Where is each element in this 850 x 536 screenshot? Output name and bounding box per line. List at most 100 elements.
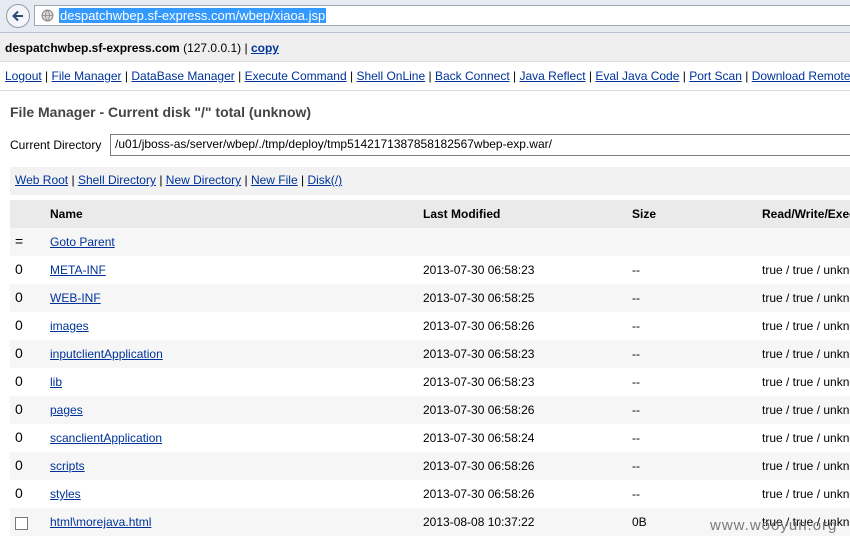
table-row: 0 images 2013-07-30 06:58:26 -- true / t… xyxy=(10,312,850,340)
file-select-checkbox[interactable] xyxy=(15,517,28,530)
row-size: -- xyxy=(632,459,640,473)
menu-file-manager[interactable]: File Manager xyxy=(52,69,122,83)
directory-link[interactable]: pages xyxy=(50,403,83,417)
directory-link[interactable]: scripts xyxy=(50,459,85,473)
row-modified: 2013-07-30 06:58:26 xyxy=(423,459,535,473)
file-table: Name Last Modified Size Read/Write/Execu… xyxy=(10,200,850,536)
url-text[interactable]: despatchwbep.sf-express.com/wbep/xiaoa.j… xyxy=(59,8,327,23)
browser-toolbar: despatchwbep.sf-express.com/wbep/xiaoa.j… xyxy=(0,0,850,33)
directory-link[interactable]: WEB-INF xyxy=(50,291,101,305)
row-modified: 2013-07-30 06:58:26 xyxy=(423,319,535,333)
row-modified: 2013-07-30 06:58:26 xyxy=(423,487,535,501)
menu-separator: | xyxy=(745,69,749,83)
menu-separator: | xyxy=(588,69,592,83)
link-new-directory[interactable]: New Directory xyxy=(166,173,241,187)
host-separator: | xyxy=(244,41,248,55)
table-row: 0 META-INF 2013-07-30 06:58:23 -- true /… xyxy=(10,256,850,284)
table-row: 0 scripts 2013-07-30 06:58:26 -- true / … xyxy=(10,452,850,480)
menu-logout[interactable]: Logout xyxy=(5,69,42,83)
menu-java-reflect[interactable]: Java Reflect xyxy=(520,69,586,83)
menu-download-remote[interactable]: Download Remote xyxy=(752,69,850,83)
row-modified: 2013-07-30 06:58:23 xyxy=(423,375,535,389)
row-modified: 2013-07-30 06:58:25 xyxy=(423,291,535,305)
row-permissions: true / true / unknow xyxy=(762,291,850,305)
row-count: 0 xyxy=(15,485,23,501)
table-row: 0 inputclientApplication 2013-07-30 06:5… xyxy=(10,340,850,368)
copy-link[interactable]: copy xyxy=(251,41,279,55)
directory-link[interactable]: lib xyxy=(50,375,62,389)
link-disk[interactable]: Disk(/) xyxy=(307,173,342,187)
directory-link[interactable]: images xyxy=(50,319,89,333)
address-bar[interactable]: despatchwbep.sf-express.com/wbep/xiaoa.j… xyxy=(34,5,850,26)
row-count: 0 xyxy=(15,373,23,389)
link-separator: | xyxy=(301,173,305,187)
host-name: despatchwbep.sf-express.com xyxy=(5,41,180,55)
link-new-file[interactable]: New File xyxy=(251,173,298,187)
menu-separator: | xyxy=(238,69,242,83)
current-directory-label: Current Directory xyxy=(10,138,102,152)
link-separator: | xyxy=(244,173,248,187)
menu-execute-command[interactable]: Execute Command xyxy=(245,69,347,83)
host-info-bar: despatchwbep.sf-express.com (127.0.0.1) … xyxy=(0,33,850,62)
divider xyxy=(0,90,850,91)
directory-link[interactable]: META-INF xyxy=(50,263,106,277)
link-separator: | xyxy=(71,173,75,187)
row-permissions: true / true / unknow xyxy=(762,263,850,277)
main-menu: Logout | File Manager | DataBase Manager… xyxy=(5,69,850,83)
row-permissions: true / true / unknow xyxy=(762,319,850,333)
back-button[interactable] xyxy=(6,4,30,28)
menu-port-scan[interactable]: Port Scan xyxy=(689,69,742,83)
row-modified: 2013-08-08 10:37:22 xyxy=(423,515,535,529)
file-checkbox-cell xyxy=(15,515,35,533)
row-permissions: true / true / unknow xyxy=(762,487,850,501)
directory-link[interactable]: inputclientApplication xyxy=(50,347,163,361)
row-modified: 2013-07-30 06:58:24 xyxy=(423,431,535,445)
row-size: -- xyxy=(632,347,640,361)
table-row: 0 lib 2013-07-30 06:58:23 -- true / true… xyxy=(10,368,850,396)
row-size: -- xyxy=(632,375,640,389)
row-size: -- xyxy=(632,291,640,305)
column-header-size: Size xyxy=(632,207,657,221)
row-modified: 2013-07-30 06:58:23 xyxy=(423,347,535,361)
menu-separator: | xyxy=(428,69,432,83)
row-size: -- xyxy=(632,263,640,277)
goto-parent-row: = Goto Parent xyxy=(10,228,850,256)
menu-back-connect[interactable]: Back Connect xyxy=(435,69,510,83)
menu-separator: | xyxy=(45,69,49,83)
row-count: 0 xyxy=(15,345,23,361)
row-size: -- xyxy=(632,487,640,501)
row-permissions: true / true / unknow xyxy=(762,347,850,361)
directory-link[interactable]: styles xyxy=(50,487,81,501)
column-header-permissions: Read/Write/Execute xyxy=(762,207,850,221)
menu-separator: | xyxy=(513,69,517,83)
row-size: -- xyxy=(632,403,640,417)
link-web-root[interactable]: Web Root xyxy=(15,173,68,187)
row-count: 0 xyxy=(15,401,23,417)
row-count: 0 xyxy=(15,317,23,333)
column-header-name: Name xyxy=(50,207,83,221)
table-header-row: Name Last Modified Size Read/Write/Execu… xyxy=(10,200,850,228)
table-row: 0 styles 2013-07-30 06:58:26 -- true / t… xyxy=(10,480,850,508)
row-permissions: true / true / unknow xyxy=(762,459,850,473)
menu-separator: | xyxy=(349,69,354,83)
directory-link[interactable]: scanclientApplication xyxy=(50,431,162,445)
table-row: 0 WEB-INF 2013-07-30 06:58:25 -- true / … xyxy=(10,284,850,312)
menu-database-manager[interactable]: DataBase Manager xyxy=(131,69,234,83)
link-shell-directory[interactable]: Shell Directory xyxy=(78,173,156,187)
table-row: 0 pages 2013-07-30 06:58:26 -- true / tr… xyxy=(10,396,850,424)
row-count: 0 xyxy=(15,289,23,305)
goto-parent-link[interactable]: Goto Parent xyxy=(50,235,115,249)
row-size: -- xyxy=(632,431,640,445)
parent-marker: = xyxy=(15,233,24,249)
row-modified: 2013-07-30 06:58:23 xyxy=(423,263,535,277)
row-size: -- xyxy=(632,319,640,333)
current-directory-input[interactable]: /u01/jboss-as/server/wbep/./tmp/deploy/t… xyxy=(110,134,850,156)
row-modified: 2013-07-30 06:58:26 xyxy=(423,403,535,417)
menu-shell-online[interactable]: Shell OnLine xyxy=(356,69,425,83)
row-count: 0 xyxy=(15,429,23,445)
file-link[interactable]: html\morejava.html xyxy=(50,515,151,529)
page-title: File Manager - Current disk "/" total (u… xyxy=(10,104,312,120)
host-ip: (127.0.0.1) xyxy=(183,41,242,55)
menu-separator: | xyxy=(124,69,129,83)
menu-eval-java-code[interactable]: Eval Java Code xyxy=(595,69,679,83)
